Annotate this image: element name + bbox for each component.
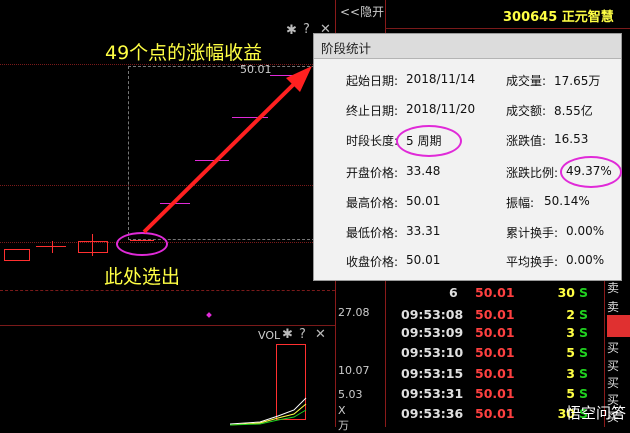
watermark-logo: 悟空问答 bbox=[565, 404, 626, 422]
arrow-annotation bbox=[142, 66, 312, 234]
